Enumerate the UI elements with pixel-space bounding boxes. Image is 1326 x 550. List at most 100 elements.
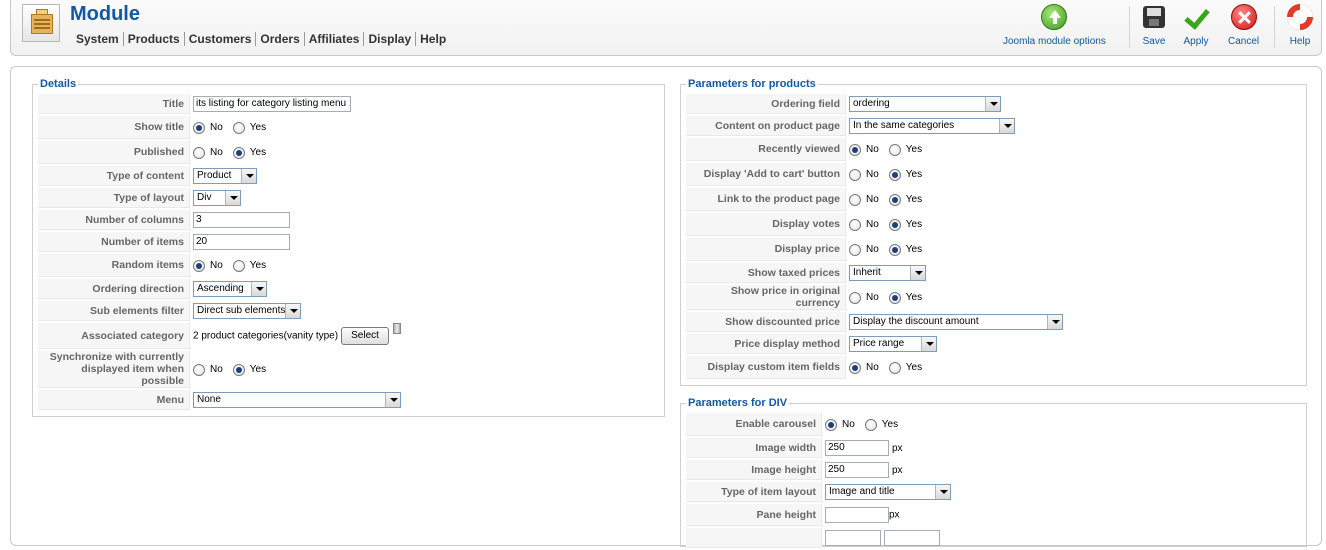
custom-fields-yes-radio[interactable] xyxy=(888,361,901,374)
toolbar-divider xyxy=(1129,6,1130,48)
menu-item-display[interactable]: Display xyxy=(364,32,417,46)
random-items-label: Random items xyxy=(38,254,190,277)
products-params-table: Ordering field ordering Content on produ… xyxy=(686,92,1301,381)
recently-viewed-yes-radio[interactable] xyxy=(888,143,901,156)
pane-height-input[interactable] xyxy=(825,507,889,523)
columns-input[interactable]: 3 xyxy=(193,212,290,228)
show-taxed-prices-select[interactable]: Inherit xyxy=(849,265,926,281)
chevron-down-icon xyxy=(241,169,256,183)
image-height-label: Image height xyxy=(686,460,822,480)
content-on-product-page-value: In the same categories xyxy=(853,120,955,131)
add-to-cart-no-radio[interactable] xyxy=(849,168,861,181)
no-label: No xyxy=(866,169,879,181)
content-on-product-page-select[interactable]: In the same categories xyxy=(849,118,1015,134)
no-label: No xyxy=(210,122,223,134)
image-width-input[interactable]: 250 xyxy=(825,440,889,456)
apply-button[interactable]: Apply xyxy=(1183,4,1209,47)
menu-item-products[interactable]: Products xyxy=(124,32,185,46)
display-price-yes-radio[interactable] xyxy=(888,243,901,256)
custom-fields-no-radio[interactable] xyxy=(849,361,861,374)
next-param-input[interactable] xyxy=(825,530,881,546)
ordering-direction-value: Ascending xyxy=(197,283,244,294)
cancel-icon xyxy=(1230,4,1257,30)
image-height-input[interactable]: 250 xyxy=(825,462,889,478)
menu-label: Menu xyxy=(38,390,190,410)
menu-item-help[interactable]: Help xyxy=(416,32,450,46)
random-no-radio[interactable] xyxy=(193,259,205,272)
ordering-field-select[interactable]: ordering xyxy=(849,96,1001,112)
details-table: Title its listing for category listing m… xyxy=(38,92,659,412)
main-menu: System Products Customers Orders Affilia… xyxy=(76,32,450,46)
page-header: Module System Products Customers Orders … xyxy=(10,0,1322,56)
items-label: Number of items xyxy=(38,232,190,252)
original-currency-no-radio[interactable] xyxy=(849,291,861,304)
yes-label: Yes xyxy=(905,244,923,256)
no-label: No xyxy=(866,144,879,156)
menu-item-system[interactable]: System xyxy=(76,32,124,46)
no-label: No xyxy=(866,244,879,256)
no-label: No xyxy=(210,364,223,376)
px-unit: px xyxy=(892,464,903,476)
ordering-direction-select[interactable]: Ascending xyxy=(193,281,267,297)
carousel-yes-radio[interactable] xyxy=(864,418,877,431)
link-to-product-yes-radio[interactable] xyxy=(888,193,901,206)
no-label: No xyxy=(866,292,879,304)
published-no-radio[interactable] xyxy=(193,146,205,159)
joomla-options-icon xyxy=(1041,4,1068,30)
items-input[interactable]: 20 xyxy=(193,234,290,250)
chevron-down-icon xyxy=(999,119,1014,133)
show-title-yes-radio[interactable] xyxy=(232,121,245,134)
trash-icon[interactable] xyxy=(392,323,401,334)
cancel-button[interactable]: Cancel xyxy=(1228,4,1259,47)
image-width-label: Image width xyxy=(686,438,822,458)
published-yes-radio[interactable] xyxy=(232,146,245,159)
select-category-button[interactable]: Select xyxy=(341,327,389,345)
div-params-table: Enable carousel No Yes Image width 250 px … xyxy=(686,411,951,550)
chevron-down-icon xyxy=(935,485,950,499)
no-label: No xyxy=(866,219,879,231)
details-legend: Details xyxy=(40,78,77,90)
menu-select[interactable]: None xyxy=(193,392,401,408)
show-title-no-radio[interactable] xyxy=(193,121,205,134)
help-label: Help xyxy=(1289,36,1311,47)
recently-viewed-no-radio[interactable] xyxy=(849,143,861,156)
price-display-method-select[interactable]: Price range xyxy=(849,336,937,352)
menu-item-customers[interactable]: Customers xyxy=(185,32,257,46)
type-of-content-label: Type of content xyxy=(38,166,190,186)
carousel-no-radio[interactable] xyxy=(825,418,837,431)
div-params-fieldset: Parameters for DIV Enable carousel No Yes… xyxy=(680,397,1307,550)
yes-label: Yes xyxy=(249,260,267,272)
type-of-content-select[interactable]: Product xyxy=(193,168,257,184)
menu-item-orders[interactable]: Orders xyxy=(256,32,305,46)
save-button[interactable]: Save xyxy=(1141,4,1167,47)
price-display-method-value: Price range xyxy=(853,338,905,349)
module-options-button[interactable]: Joomla module options xyxy=(1003,4,1106,47)
show-discounted-price-select[interactable]: Display the discount amount xyxy=(849,314,1063,330)
sub-elements-filter-select[interactable]: Direct sub elements xyxy=(193,303,301,319)
type-of-content-value: Product xyxy=(197,170,232,181)
next-param-input-2[interactable] xyxy=(884,530,941,546)
title-input[interactable]: its listing for category listing menu 14… xyxy=(193,96,351,112)
apply-label: Apply xyxy=(1183,36,1209,47)
synchronize-yes-radio[interactable] xyxy=(232,363,245,376)
item-layout-select[interactable]: Image and title xyxy=(825,484,951,500)
display-votes-no-radio[interactable] xyxy=(849,218,861,231)
synchronize-no-radio[interactable] xyxy=(193,363,205,376)
menu-item-affiliates[interactable]: Affiliates xyxy=(305,32,365,46)
chevron-down-icon xyxy=(385,393,400,407)
help-button[interactable]: Help xyxy=(1287,4,1313,47)
yes-label: Yes xyxy=(905,362,923,374)
chevron-down-icon xyxy=(910,266,925,280)
published-label: Published xyxy=(38,141,190,164)
original-currency-yes-radio[interactable] xyxy=(888,291,901,304)
save-icon xyxy=(1143,6,1165,28)
display-price-no-radio[interactable] xyxy=(849,243,861,256)
display-votes-yes-radio[interactable] xyxy=(888,218,901,231)
chevron-down-icon xyxy=(251,282,266,296)
module-icon xyxy=(22,4,60,42)
add-to-cart-yes-radio[interactable] xyxy=(888,168,901,181)
type-of-layout-select[interactable]: Div xyxy=(193,190,241,206)
link-to-product-no-radio[interactable] xyxy=(849,193,861,206)
chevron-down-icon xyxy=(985,97,1000,111)
random-yes-radio[interactable] xyxy=(232,259,245,272)
